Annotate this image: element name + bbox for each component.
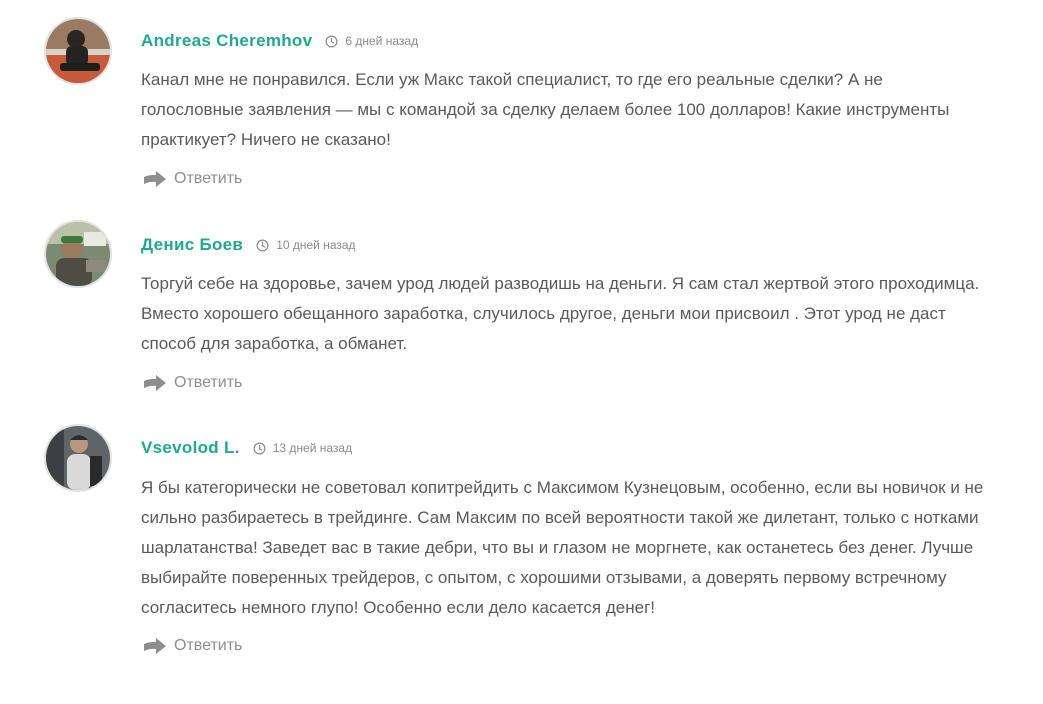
- clock-icon: [253, 442, 266, 454]
- comment-time: 6 дней назад: [325, 34, 418, 48]
- avatar-photo: [46, 426, 110, 490]
- author-name[interactable]: Денис Боев: [141, 235, 243, 255]
- comment-meta: Vsevolod L. 13 дней назад: [141, 437, 352, 459]
- comment-text: Торгуй себе на здоровье, зачем урод люде…: [141, 274, 980, 353]
- reply-arrow-icon: [144, 375, 166, 391]
- author-name[interactable]: Andreas Cheremhov: [141, 31, 312, 51]
- comment-meta: Денис Боев 10 дней назад: [141, 234, 356, 256]
- reply-button[interactable]: Ответить: [143, 169, 242, 189]
- reply-label: Ответить: [174, 637, 243, 654]
- comment-time-label: 6 дней назад: [345, 34, 419, 48]
- reply-label: Ответить: [174, 374, 243, 391]
- reply-arrow-icon: [144, 638, 166, 654]
- comment-time-label: 10 дней назад: [276, 238, 356, 252]
- avatar[interactable]: [44, 220, 112, 288]
- comment-time: 13 дней назад: [253, 441, 352, 455]
- comments-list: Andreas Cheremhov 6 дней назад Канал мне…: [0, 0, 1043, 704]
- comment-text: Канал мне не понравился. Если уж Макс та…: [141, 70, 950, 149]
- avatar[interactable]: [44, 17, 112, 85]
- reply-button[interactable]: Ответить: [143, 636, 242, 656]
- avatar-photo: [46, 222, 110, 286]
- clock-icon: [256, 239, 269, 251]
- author-name[interactable]: Vsevolod L.: [141, 438, 240, 458]
- comment-meta: Andreas Cheremhov 6 дней назад: [141, 30, 418, 52]
- avatar-photo: [46, 19, 110, 83]
- avatar[interactable]: [44, 424, 112, 492]
- reply-button[interactable]: Ответить: [143, 373, 242, 393]
- comment-time: 10 дней назад: [256, 238, 356, 252]
- comment-text: Я бы категорически не советовал копитрей…: [141, 478, 984, 617]
- reply-label: Ответить: [174, 170, 243, 187]
- reply-arrow-icon: [144, 171, 166, 187]
- comment-time-label: 13 дней назад: [272, 441, 353, 455]
- clock-icon: [325, 35, 338, 47]
